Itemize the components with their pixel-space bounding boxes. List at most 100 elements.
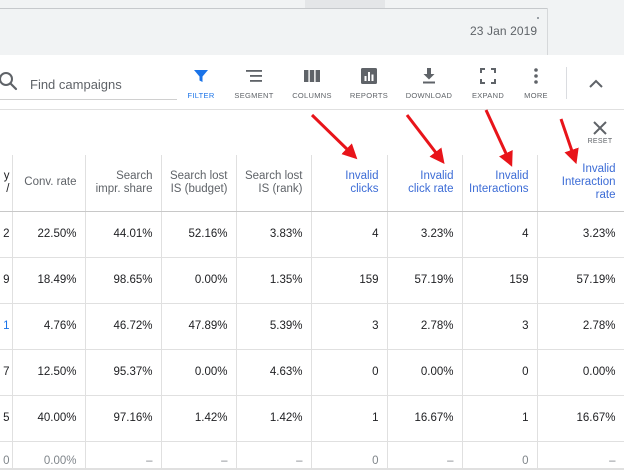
reports-label: REPORTS <box>349 91 389 100</box>
table-row: 9 18.49% 98.65% 0.00% 1.35% 159 57.19% 1… <box>0 257 624 304</box>
table-cell: 46.72% <box>85 303 162 350</box>
table-cell: 7 <box>0 349 13 396</box>
more-vert-icon <box>534 68 538 84</box>
table-row: 2 22.50% 44.01% 52.16% 3.83% 4 3.23% 4 3… <box>0 211 624 258</box>
table-cell: 18.49% <box>12 257 86 304</box>
search-icon <box>0 72 18 91</box>
filter-label: FILTER <box>187 91 215 100</box>
date-range-label[interactable]: 23 Jan 2019 <box>470 24 537 38</box>
table-cell: 0 <box>462 349 538 396</box>
table-cell: – <box>537 441 624 470</box>
table-cell: 3.23% <box>537 211 624 258</box>
top-vertical-divider <box>547 8 548 55</box>
column-header-search-lost-is-budget[interactable]: Search lost IS (budget) <box>161 155 237 212</box>
table-cell: 1.35% <box>236 257 312 304</box>
expand-icon <box>480 68 496 84</box>
table-cell: 5.39% <box>236 303 312 350</box>
search-input[interactable] <box>30 75 175 93</box>
reset-label: RESET <box>587 138 613 145</box>
table-header-row: y / Conv. rate Search impr. share Search… <box>0 155 624 212</box>
reports-button[interactable]: REPORTS <box>339 65 399 105</box>
table-cell: 1.42% <box>161 395 237 442</box>
table-cell: 95.37% <box>85 349 162 396</box>
top-strip: 23 Jan 2019 <box>0 0 624 55</box>
table-cell: 0.00% <box>537 349 624 396</box>
table-cell: 159 <box>462 257 538 304</box>
table-row: 1 4.76% 46.72% 47.89% 5.39% 3 2.78% 3 2.… <box>0 303 624 350</box>
table-cell: 0 <box>311 441 388 470</box>
reports-icon <box>361 68 377 84</box>
table-cell: 52.16% <box>161 211 237 258</box>
table-cell: – <box>387 441 463 470</box>
table-cell: 0.00% <box>12 441 86 470</box>
table-cell: 57.19% <box>537 257 624 304</box>
filter-button[interactable]: FILTER <box>171 65 231 105</box>
table-cell: 4.63% <box>236 349 312 396</box>
table-row: 0 0.00% – – – 0 – 0 – <box>0 441 624 470</box>
column-header-invalid-interactions[interactable]: Invalid Interactions <box>462 155 538 212</box>
table-cell: 4.76% <box>12 303 86 350</box>
column-header-search-impr-share[interactable]: Search impr. share <box>85 155 162 212</box>
table-cell: 44.01% <box>85 211 162 258</box>
columns-button[interactable]: COLUMNS <box>282 65 342 105</box>
table-row: 5 40.00% 97.16% 1.42% 1.42% 1 16.67% 1 1… <box>0 395 624 442</box>
column-header-truncated[interactable]: y / <box>0 155 13 212</box>
table-cell: 0.00% <box>161 349 237 396</box>
table-cell: 22.50% <box>12 211 86 258</box>
table-cell: 4 <box>462 211 538 258</box>
table-cell: – <box>161 441 237 470</box>
table-cell: 0 <box>0 441 13 470</box>
top-divider <box>0 8 548 9</box>
dot-marker <box>537 17 539 19</box>
table-cell: 57.19% <box>387 257 463 304</box>
table-toolbar: FILTER SEGMENT COLUMNS REPORTS DOWNL <box>0 55 624 110</box>
table-cell: 0 <box>462 441 538 470</box>
table-cell: – <box>236 441 312 470</box>
table-cell[interactable]: 1 <box>0 303 13 350</box>
table-cell: 16.67% <box>537 395 624 442</box>
segment-label: SEGMENT <box>234 91 274 100</box>
column-header-invalid-click-rate[interactable]: Invalid click rate <box>387 155 463 212</box>
table-cell: 98.65% <box>85 257 162 304</box>
reset-row: RESET <box>0 111 624 155</box>
toolbar-separator <box>566 67 567 99</box>
chevron-up-icon[interactable] <box>584 72 608 96</box>
columns-icon <box>304 70 320 82</box>
table-cell: 97.16% <box>85 395 162 442</box>
table-cell: 12.50% <box>12 349 86 396</box>
table-cell: 3 <box>311 303 388 350</box>
columns-label: COLUMNS <box>292 91 332 100</box>
download-icon <box>423 68 435 84</box>
more-label: MORE <box>524 91 548 100</box>
segment-button[interactable]: SEGMENT <box>224 65 284 105</box>
table-cell: 2 <box>0 211 13 258</box>
table-cell: 3 <box>462 303 538 350</box>
table-cell: 16.67% <box>387 395 463 442</box>
more-button[interactable]: MORE <box>506 65 566 105</box>
table-cell: 2.78% <box>537 303 624 350</box>
table-cell: 1.42% <box>236 395 312 442</box>
table-row: 7 12.50% 95.37% 0.00% 4.63% 0 0.00% 0 0.… <box>0 349 624 396</box>
table-cell: 5 <box>0 395 13 442</box>
column-header-invalid-interaction-rate[interactable]: Invalid Interaction rate <box>537 155 624 212</box>
column-header-invalid-clicks[interactable]: Invalid clicks <box>311 155 388 212</box>
table-cell: 1 <box>311 395 388 442</box>
table-cell: 159 <box>311 257 388 304</box>
table-cell: 3.23% <box>387 211 463 258</box>
table-cell: 3.83% <box>236 211 312 258</box>
column-header-conv-rate[interactable]: Conv. rate <box>12 155 86 212</box>
table-cell: 4 <box>311 211 388 258</box>
table-cell: 9 <box>0 257 13 304</box>
campaign-table: y / Conv. rate Search impr. share Search… <box>0 155 624 470</box>
table-cell: 0.00% <box>161 257 237 304</box>
top-light-block <box>305 0 385 8</box>
close-icon <box>593 121 607 135</box>
filter-icon <box>194 70 208 82</box>
search-underline <box>0 99 177 100</box>
column-header-search-lost-is-rank[interactable]: Search lost IS (rank) <box>236 155 312 212</box>
download-button[interactable]: DOWNLOAD <box>399 65 459 105</box>
table-cell: 1 <box>462 395 538 442</box>
table-cell: 0 <box>311 349 388 396</box>
reset-button[interactable]: RESET <box>582 119 618 155</box>
table-cell: 40.00% <box>12 395 86 442</box>
